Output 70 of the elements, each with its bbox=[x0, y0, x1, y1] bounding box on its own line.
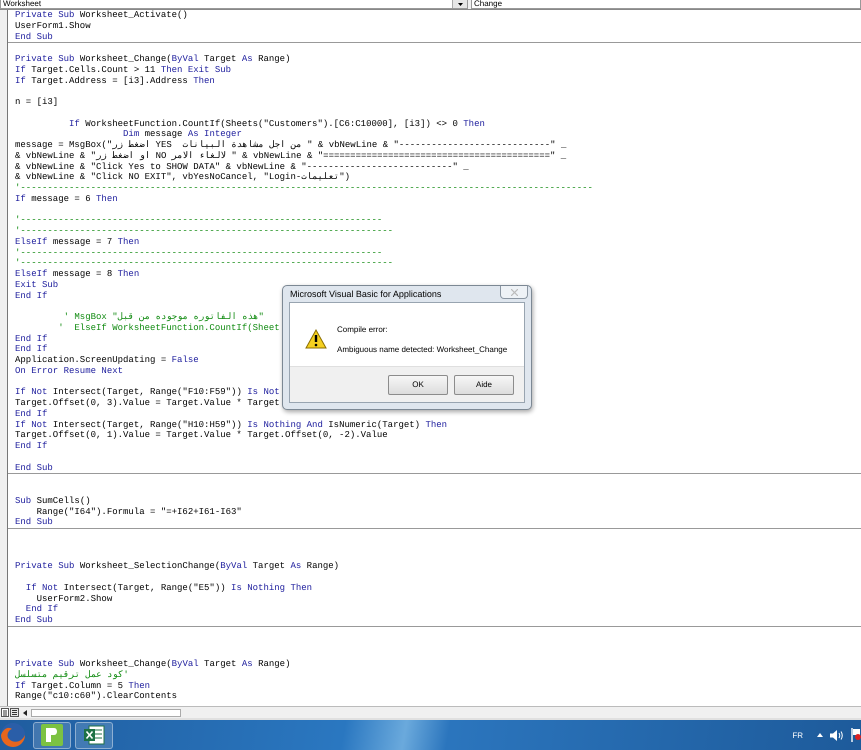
warning-icon bbox=[305, 329, 327, 349]
code-line: UserForm1.Show bbox=[15, 20, 91, 32]
code-line: Private Sub Worksheet_Change(ByVal Target As Range) bbox=[15, 659, 290, 670]
code-line: If Not Intersect(Target, Range("F10:F59")) Is Not bbox=[15, 387, 280, 398]
code-line: If WorksheetFunction.CountIf(Sheets("Customers").[C6:C10000], [i3]) <> 0 Then bbox=[68, 118, 485, 130]
code-comment-line: ' ElseIf WorksheetFunction.CountIf(Sheet bbox=[57, 322, 280, 334]
language-indicator[interactable]: FR bbox=[792, 730, 803, 740]
code-line: End If bbox=[15, 344, 48, 355]
code-comment-line: 'كود عمل ترقيم متسلسل bbox=[15, 670, 129, 680]
spreadsheet-icon bbox=[83, 724, 105, 746]
code-line: If Not Intersect(Target, Range("E5")) Is Nothing Then bbox=[24, 582, 312, 594]
dialog-button[interactable]: Aide bbox=[454, 374, 514, 394]
code-line: message = MsgBox("اضغط زر YES من اجل مشاهدة البيانات " & vbNewLine & "----------------------------" _ bbox=[15, 140, 566, 151]
flag-icon[interactable] bbox=[851, 728, 861, 742]
error-message: Ambiguous name detected: Worksheet_Change bbox=[337, 345, 508, 354]
object-dropdown[interactable]: Worksheet bbox=[0, 0, 468, 9]
dropdown-arrow-icon bbox=[458, 2, 462, 6]
code-line: If Target.Cells.Count > 11 Then Exit Sub bbox=[15, 64, 232, 76]
code-line: If Target.Column = 5 Then bbox=[15, 680, 150, 692]
code-line: Private Sub Worksheet_Activate() bbox=[15, 10, 188, 21]
code-comment-line: '------------------------------------------------------------------- bbox=[15, 215, 382, 226]
code-line: Range("c10:c60").ClearContents bbox=[15, 691, 178, 702]
procedure-dropdown[interactable]: Change bbox=[471, 0, 861, 9]
code-line: Sub SumCells() bbox=[15, 496, 91, 506]
code-line: Target.Offset(0, 3).Value = Target.Value * Target bbox=[15, 398, 280, 409]
code-line: Target.Offset(0, 1).Value = Target.Value * Target.Offset(0, -2).Value bbox=[15, 430, 388, 441]
code-line: & vbNewLine & "او اضغط زر NO لالغاء الامر " & vbNewLine & "==========================================" _ bbox=[15, 150, 566, 162]
code-comment-line: '---------------------------------------------------------------------------------------------------------- bbox=[15, 183, 593, 194]
code-line: On Error Resume Next bbox=[15, 366, 124, 376]
code-line: End If bbox=[24, 604, 58, 615]
dialog-button[interactable]: OK bbox=[388, 374, 448, 394]
close-icon bbox=[510, 288, 518, 296]
app-tile-icon bbox=[41, 724, 63, 746]
code-line: Application.ScreenUpdating = False bbox=[15, 355, 199, 366]
scrollbar-thumb[interactable] bbox=[31, 708, 181, 716]
code-comment-line: '--------------------------------------------------------------------- bbox=[15, 226, 394, 237]
code-line: Private Sub Worksheet_Change(ByVal Target As Range) bbox=[15, 54, 290, 65]
error-heading: Compile error: bbox=[337, 325, 389, 334]
code-line: End Sub bbox=[15, 615, 53, 626]
code-line: End If bbox=[15, 334, 48, 344]
code-line: n = [i3] bbox=[15, 97, 58, 108]
code-line: Dim message As Integer bbox=[122, 129, 242, 140]
code-line: & vbNewLine & "Click Yes to SHOW DATA" & vbNewLine & "---------------------------" _ bbox=[15, 162, 469, 172]
scroll-left-icon[interactable] bbox=[23, 710, 27, 716]
show-hidden-icons-icon[interactable] bbox=[817, 733, 823, 737]
code-line: End Sub bbox=[15, 517, 53, 528]
code-line: End Sub bbox=[15, 462, 53, 474]
code-line: End If bbox=[15, 290, 48, 302]
taskbar-app-button[interactable] bbox=[33, 722, 71, 748]
code-line: Exit Sub bbox=[15, 280, 58, 290]
code-comment-line: '--------------------------------------------------------------------- bbox=[15, 258, 394, 269]
code-line: ElseIf message = 8 Then bbox=[15, 269, 140, 280]
code-line: End If bbox=[15, 408, 48, 420]
code-line: Range("I64").Formula = "=+I62+I61-I63" bbox=[36, 506, 242, 518]
dialog-title: Microsoft Visual Basic for Applications bbox=[289, 289, 442, 299]
code-line: If message = 6 Then bbox=[15, 194, 118, 204]
speaker-icon[interactable] bbox=[830, 730, 844, 740]
code-line: UserForm2.Show bbox=[36, 594, 112, 604]
code-line: Private Sub Worksheet_SelectionChange(ByVal Target As Range) bbox=[15, 561, 340, 572]
code-line: & vbNewLine & "Click NO EXIT", vbYesNoCancel, "Login-تعليمات") bbox=[15, 172, 350, 183]
code-line: End Sub bbox=[15, 32, 53, 42]
taskbar-app-button[interactable] bbox=[75, 722, 113, 748]
code-line: If Not Intersect(Target, Range("H10:H59")) Is Nothing And IsNumeric(Target) Then bbox=[15, 420, 448, 430]
view-buttons-icon[interactable] bbox=[1, 708, 19, 717]
code-comment-line: '------------------------------------------------------------------- bbox=[15, 248, 382, 258]
code-line: End If bbox=[15, 441, 48, 452]
close-button[interactable] bbox=[500, 286, 528, 299]
code-line: ElseIf message = 7 Then bbox=[15, 236, 140, 248]
code-line: If Target.Address = [i3].Address Then bbox=[15, 76, 215, 86]
code-comment-line: ' MsgBox "هذه الفاتوره موجوده من قبل" bbox=[62, 312, 264, 323]
